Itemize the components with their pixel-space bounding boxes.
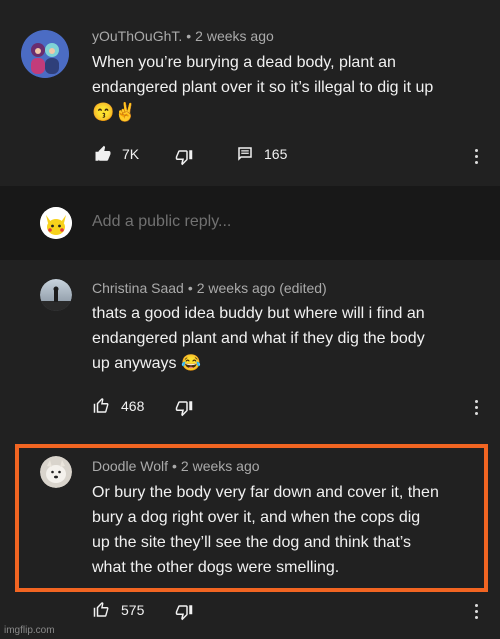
separator-dot: • bbox=[187, 280, 193, 296]
comment-line: endangered plant and what if they dig th… bbox=[92, 330, 425, 347]
reply-input[interactable]: Add a public reply... bbox=[92, 213, 231, 231]
thumbs-down-icon bbox=[175, 401, 193, 417]
like-count: 575 bbox=[121, 602, 145, 618]
dislike-button[interactable] bbox=[175, 148, 193, 166]
comment-meta: yOuThOuGhT. • 2 weeks ago bbox=[92, 28, 274, 44]
like-button[interactable]: 575 bbox=[93, 601, 144, 619]
dot bbox=[474, 148, 478, 152]
parent-comment: yOuThOuGhT. • 2 weeks ago When you’re bury… bbox=[0, 0, 500, 186]
watermark: imgflip.com bbox=[4, 625, 55, 636]
like-button[interactable]: 7K bbox=[94, 145, 139, 163]
dot bbox=[474, 609, 478, 613]
reply-input-row: Add a public reply... bbox=[0, 186, 500, 260]
thumbs-down-icon bbox=[175, 605, 193, 621]
thumbs-down-icon bbox=[175, 150, 193, 166]
more-options-button[interactable] bbox=[466, 599, 486, 623]
highlight-box bbox=[15, 444, 488, 592]
comment-time[interactable]: 2 weeks ago bbox=[195, 28, 274, 44]
author-name[interactable]: Christina Saad bbox=[92, 280, 184, 296]
thumbs-up-icon bbox=[95, 145, 111, 161]
dot bbox=[474, 160, 478, 164]
dot bbox=[474, 154, 478, 158]
dislike-button[interactable] bbox=[175, 399, 193, 417]
more-options-button[interactable] bbox=[466, 144, 486, 168]
dislike-button[interactable] bbox=[175, 603, 193, 621]
replies-button[interactable]: 165 bbox=[236, 145, 287, 163]
more-options-button[interactable] bbox=[466, 395, 486, 419]
dot bbox=[474, 615, 478, 619]
like-button[interactable]: 468 bbox=[93, 397, 144, 415]
comment-emoji: 😙✌️ bbox=[92, 102, 137, 122]
comment-text: When you’re burying a dead body, plant a… bbox=[92, 50, 433, 125]
author-name[interactable]: yOuThOuGhT. bbox=[92, 28, 182, 44]
comment-time[interactable]: 2 weeks ago (edited) bbox=[197, 280, 327, 296]
like-count: 7K bbox=[122, 146, 140, 162]
reply-comment-icon bbox=[238, 147, 252, 161]
avatar[interactable] bbox=[21, 30, 69, 78]
replies-count: 165 bbox=[264, 146, 288, 162]
dot bbox=[474, 399, 478, 403]
comment-line: up anyways 😂 bbox=[92, 355, 201, 372]
reply-comment: Christina Saad • 2 weeks ago (edited) that… bbox=[0, 260, 500, 440]
avatar[interactable] bbox=[40, 279, 72, 311]
separator-dot: • bbox=[186, 28, 192, 44]
comment-text: thats a good idea buddy but where will i… bbox=[92, 301, 425, 376]
comment-line: thats a good idea buddy but where will i… bbox=[92, 305, 425, 322]
thumbs-up-outline-icon bbox=[93, 398, 109, 413]
like-count: 468 bbox=[121, 398, 145, 414]
comment-line: When you’re burying a dead body, plant a… bbox=[92, 54, 396, 71]
thumbs-up-outline-icon bbox=[93, 602, 109, 617]
dot bbox=[474, 411, 478, 415]
dot bbox=[474, 405, 478, 409]
dot bbox=[474, 603, 478, 607]
user-avatar bbox=[40, 207, 72, 239]
comment-line: endangered plant over it so it’s illegal… bbox=[92, 79, 434, 96]
comment-meta: Christina Saad • 2 weeks ago (edited) bbox=[92, 280, 327, 296]
